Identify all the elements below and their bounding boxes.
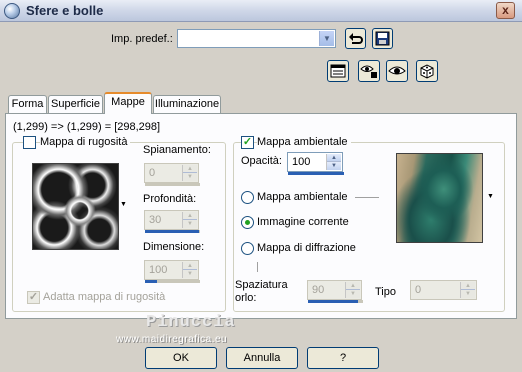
radio-current-image-label: Immagine corrente [257, 216, 349, 228]
window-icon [330, 64, 346, 78]
type-spinner[interactable]: ▲ ▼ [460, 282, 475, 298]
reset-preset-button[interactable] [345, 28, 366, 49]
bump-map-dropdown-icon[interactable]: ▼ [120, 201, 127, 208]
help-button[interactable]: ? [307, 347, 379, 369]
fit-bump-map-label: Adatta mappa di rugosità [43, 291, 166, 303]
bump-map-label: Mappa di rugosità [40, 136, 131, 148]
show-preview-button[interactable] [386, 60, 408, 82]
edge-spacing-value: 90 [312, 284, 325, 296]
bump-map-preview[interactable] [32, 163, 119, 250]
size-label: Dimensione: [143, 241, 205, 253]
env-map-checkbox-label: Mappa ambientale [257, 136, 351, 148]
depth-spinner[interactable]: ▲ ▼ [182, 212, 197, 228]
depth-value: 30 [149, 214, 162, 226]
type-input[interactable]: 0 ▲ ▼ [410, 280, 477, 300]
size-slider-fill [145, 280, 157, 283]
smoothing-input[interactable]: 0 ▲ ▼ [144, 163, 200, 186]
watermark-name: Pinuccia [146, 313, 236, 332]
tab-forma[interactable]: Forma [8, 95, 47, 113]
eye-icon [388, 66, 406, 75]
opacity-value: 100 [292, 156, 311, 168]
edge-spacing-input[interactable]: 90 ▲ ▼ [307, 280, 363, 303]
depth-input[interactable]: 30 ▲ ▼ [144, 210, 200, 233]
opacity-spinner[interactable]: ▲ ▼ [326, 154, 341, 170]
randomize-button[interactable] [416, 60, 438, 82]
close-button[interactable]: x [496, 2, 515, 19]
watermark-url: www.maidiregrafica.eu [116, 334, 228, 345]
tab-illuminazione[interactable]: Illuminazione [153, 95, 221, 113]
opacity-slider-fill[interactable] [288, 172, 344, 175]
opacity-label: Opacità: [241, 155, 282, 167]
radio-diffraction-map[interactable] [241, 242, 254, 255]
preset-value [178, 30, 181, 42]
fit-bump-map-checkbox[interactable]: ✓ [27, 291, 40, 304]
bump-map-checkbox[interactable] [23, 136, 36, 149]
coords-readout: (1,299) => (1,299) = [298,298] [13, 121, 161, 133]
smoothing-slider[interactable] [145, 183, 200, 186]
divider [257, 262, 258, 272]
zoom-preview-button[interactable] [358, 60, 380, 82]
save-preset-button[interactable] [372, 28, 393, 49]
env-map-checkbox[interactable]: ✓ [241, 136, 254, 149]
dice-icon [420, 64, 434, 79]
window-title: Sfere e bolle [26, 3, 104, 18]
env-map-dropdown-icon[interactable]: ▼ [487, 193, 494, 200]
radio-current-image[interactable] [241, 216, 254, 229]
divider [355, 197, 379, 198]
size-input[interactable]: 100 ▲ ▼ [144, 260, 200, 283]
undo-icon [349, 33, 363, 44]
type-label: Tipo [375, 286, 396, 298]
opacity-input[interactable]: 100 ▲ ▼ [287, 152, 344, 175]
tab-mappe[interactable]: Mappe [104, 92, 152, 114]
preset-combo[interactable]: ▼ [177, 29, 336, 48]
chevron-down-icon: ▼ [319, 31, 334, 46]
tab-superficie[interactable]: Superficie [48, 95, 103, 113]
preset-label: Imp. predef.: [111, 33, 173, 45]
smoothing-label: Spianamento: [143, 144, 211, 156]
app-icon [4, 3, 20, 19]
radio-env-map[interactable] [241, 191, 254, 204]
floppy-disk-icon [375, 31, 390, 46]
preview-toggle-button[interactable] [327, 60, 349, 82]
type-value: 0 [415, 284, 422, 296]
smoothing-spinner[interactable]: ▲ ▼ [182, 165, 197, 181]
smoothing-value: 0 [149, 167, 156, 179]
edge-spacing-spinner[interactable]: ▲ ▼ [345, 282, 360, 298]
env-map-preview[interactable] [396, 153, 483, 243]
edge-spacing-label-2: orlo: [235, 292, 257, 304]
depth-label: Profondità: [143, 193, 197, 205]
ok-button[interactable]: OK [145, 347, 217, 369]
size-value: 100 [149, 264, 168, 276]
radio-env-map-label: Mappa ambientale [257, 191, 348, 203]
eye-lock-icon [360, 65, 377, 78]
radio-diffraction-map-label: Mappa di diffrazione [257, 242, 356, 254]
size-spinner[interactable]: ▲ ▼ [182, 262, 197, 278]
edge-spacing-label-1: Spaziatura [235, 279, 288, 291]
depth-slider-fill [145, 230, 199, 233]
edge-spacing-slider-fill [308, 300, 358, 303]
cancel-button[interactable]: Annulla [226, 347, 298, 369]
